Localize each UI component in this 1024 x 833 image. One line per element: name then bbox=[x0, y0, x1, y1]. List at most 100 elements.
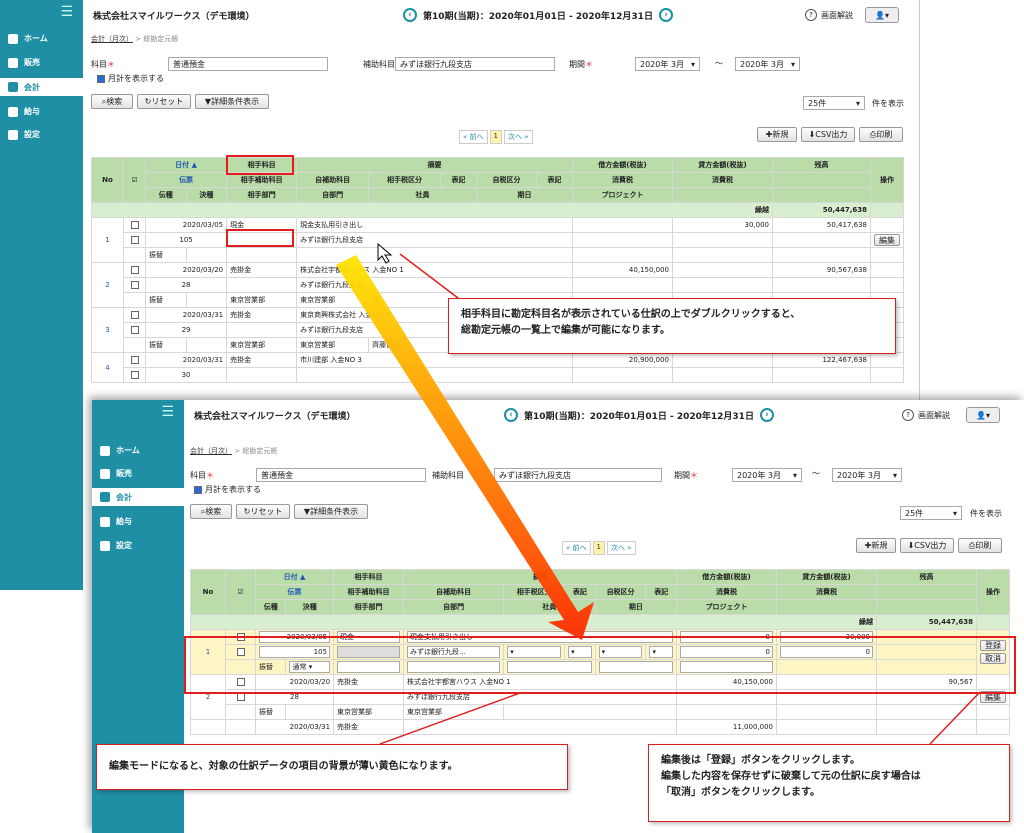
pager-page[interactable]: 1 bbox=[592, 541, 605, 555]
col-self-tax: 自税区分 bbox=[476, 172, 537, 188]
reset-button[interactable]: ↻ リセット bbox=[137, 94, 191, 109]
print-button[interactable]: ⎙ 印刷 bbox=[859, 127, 903, 142]
row-summary: 市川建部 入金NO 3 bbox=[296, 352, 573, 368]
print-button[interactable]: ⎙ 印刷 bbox=[958, 538, 1002, 553]
search-button[interactable]: ⌕ 検索 bbox=[91, 94, 133, 109]
perpage-suffix: 件を表示 bbox=[872, 99, 904, 108]
sub-account-input[interactable]: みずほ銀行九段支店 bbox=[395, 57, 555, 71]
period-from-select[interactable]: 2020年 3月 ▾ bbox=[732, 468, 802, 482]
breadcrumb-current: 総勘定元帳 bbox=[242, 447, 278, 455]
period-from-select[interactable]: 2020年 3月 ▾ bbox=[635, 57, 700, 71]
calculator-icon bbox=[8, 82, 18, 92]
cart-icon bbox=[8, 57, 18, 68]
pager-next[interactable]: 次へ » bbox=[503, 130, 533, 144]
row-checkbox[interactable] bbox=[130, 326, 139, 334]
search-button[interactable]: ⌕ 検索 bbox=[190, 504, 232, 519]
table-row[interactable]: 振替 bbox=[92, 247, 904, 263]
help-icon[interactable]: ? bbox=[805, 9, 817, 21]
sidebar-item-accounting[interactable]: 会計 bbox=[92, 488, 184, 506]
period-to-select[interactable]: 2020年 3月 ▾ bbox=[832, 468, 902, 482]
table-row[interactable]: 2 2020/03/20 売掛金 株式会社宇都宮ハウス 入金NO 1 40,150,00… bbox=[91, 262, 904, 308]
sidebar-item-label: 販売 bbox=[116, 469, 132, 478]
table-row[interactable]: 4 2020/03/31 売掛金 市川建部 入金NO 3 20,900,000 122,4… bbox=[91, 352, 904, 383]
next-period-icon[interactable]: › bbox=[658, 8, 673, 22]
hamburger-icon[interactable]: ☰ bbox=[60, 4, 73, 20]
breadcrumb-parent[interactable]: 会計（月次） bbox=[190, 447, 232, 455]
sidebar-item-home[interactable]: ホーム bbox=[8, 33, 48, 44]
breadcrumb-parent[interactable]: 会計（月次） bbox=[91, 35, 133, 43]
table-row[interactable]: 105 みずほ銀行九段支店 編集 bbox=[92, 232, 904, 248]
csv-button[interactable]: ⬇ CSV出力 bbox=[801, 127, 855, 142]
new-button[interactable]: ✚ 新規 bbox=[856, 538, 896, 553]
col-sub-acc: 自補助科目 bbox=[403, 584, 505, 600]
row-dept: 東京営業部 bbox=[333, 704, 405, 720]
col-date[interactable]: 日付 ▲ bbox=[144, 157, 228, 173]
hamburger-icon[interactable]: ☰ bbox=[161, 404, 174, 420]
row-checkbox[interactable] bbox=[130, 236, 139, 244]
csv-button[interactable]: ⬇ CSV出力 bbox=[900, 538, 954, 553]
user-menu-button[interactable]: 👤▾ bbox=[966, 407, 1000, 423]
reset-button[interactable]: ↻ リセット bbox=[236, 504, 290, 519]
highlight-counter-header bbox=[226, 155, 294, 175]
account-input[interactable]: 普通預金 bbox=[168, 57, 328, 71]
table-row[interactable]: 2020/03/31 売掛金 11,000,000 bbox=[190, 719, 1010, 735]
help-link[interactable]: 画面解説 bbox=[821, 10, 853, 21]
carry-value: 50,447,638 bbox=[772, 202, 871, 218]
col-period: 期日 bbox=[594, 599, 678, 615]
sidebar-item-payroll[interactable]: 給与 bbox=[8, 106, 40, 117]
sidebar-item-sales[interactable]: 販売 bbox=[8, 57, 40, 68]
account-input[interactable]: 普通預金 bbox=[256, 468, 426, 482]
pager-page[interactable]: 1 bbox=[489, 130, 502, 144]
row-checkbox[interactable] bbox=[236, 693, 245, 701]
pager-prev[interactable]: « 前へ bbox=[459, 130, 488, 144]
edit-button[interactable]: 編集 bbox=[874, 234, 900, 246]
col-denpyo: 伝票 bbox=[144, 172, 228, 188]
row-checkbox[interactable] bbox=[130, 266, 139, 274]
monthly-checkbox[interactable]: 月計を表示する bbox=[194, 484, 261, 495]
prev-period-icon[interactable]: ‹ bbox=[504, 408, 518, 422]
sidebar-item-settings[interactable]: 設定 bbox=[8, 129, 40, 140]
help-icon[interactable]: ? bbox=[902, 409, 914, 421]
sidebar-item-home[interactable]: ホーム bbox=[100, 445, 140, 456]
sidebar-item-settings[interactable]: 設定 bbox=[100, 540, 132, 551]
row-denpyo: 105 bbox=[144, 232, 228, 248]
row-checkbox[interactable] bbox=[130, 371, 139, 379]
col-date[interactable]: 日付 ▲ bbox=[254, 569, 335, 585]
perpage-select[interactable]: 25件 ▾ bbox=[900, 506, 962, 520]
company-name: 株式会社スマイルワークス（デモ環境） bbox=[194, 411, 356, 422]
row-no: 3 bbox=[91, 307, 124, 353]
row-sub: みずほ銀行九段支店 bbox=[296, 232, 573, 248]
prev-period-icon[interactable]: ‹ bbox=[403, 8, 417, 22]
sidebar-item-accounting[interactable]: 会計 bbox=[0, 78, 83, 96]
calculator-icon bbox=[100, 492, 110, 502]
period-filter-label: 期間＊ bbox=[569, 60, 593, 69]
row-checkbox[interactable] bbox=[130, 221, 139, 229]
detail-conditions-button[interactable]: ▼ 詳細条件表示 bbox=[294, 504, 368, 519]
row-checkbox[interactable] bbox=[130, 311, 139, 319]
row-denpyo: 29 bbox=[144, 322, 228, 338]
help-link[interactable]: 画面解説 bbox=[918, 410, 950, 421]
breadcrumb: 会計（月次） > 総勘定元帳 bbox=[91, 34, 178, 44]
table-row[interactable]: 振替 東京営業部 東京営業部 bbox=[191, 704, 1010, 720]
table-row[interactable]: 30 bbox=[92, 367, 904, 383]
monthly-checkbox[interactable]: 月計を表示する bbox=[97, 73, 164, 84]
row-sub: みずほ銀行九段支店 bbox=[296, 277, 573, 293]
pager-next[interactable]: 次へ » bbox=[606, 541, 636, 555]
period-to-select[interactable]: 2020年 3月 ▾ bbox=[735, 57, 800, 71]
new-button[interactable]: ✚ 新規 bbox=[757, 127, 797, 142]
table-row[interactable]: 28 みずほ銀行九段支店 bbox=[92, 277, 904, 293]
user-menu-button[interactable]: 👤▾ bbox=[865, 7, 899, 23]
col-self-tax: 自税区分 bbox=[594, 584, 647, 600]
sub-account-input[interactable]: みずほ銀行九段支店 bbox=[494, 468, 662, 482]
next-period-icon[interactable]: › bbox=[759, 408, 774, 422]
sidebar-item-sales[interactable]: 販売 bbox=[100, 468, 132, 479]
table-row[interactable]: 1 2020/03/05 現金 現金支払用引き出し 30,000 50,417,638 bbox=[91, 217, 904, 263]
pager-prev[interactable]: « 前へ bbox=[562, 541, 591, 555]
detail-conditions-button[interactable]: ▼ 詳細条件表示 bbox=[195, 94, 269, 109]
perpage-select[interactable]: 25件 ▾ bbox=[803, 96, 865, 110]
sidebar-item-payroll[interactable]: 給与 bbox=[100, 516, 132, 527]
col-kessan: 決種 bbox=[285, 599, 335, 615]
row-checkbox[interactable] bbox=[130, 356, 139, 364]
row-checkbox[interactable] bbox=[130, 281, 139, 289]
col-tax1: 消費税 bbox=[572, 172, 673, 188]
